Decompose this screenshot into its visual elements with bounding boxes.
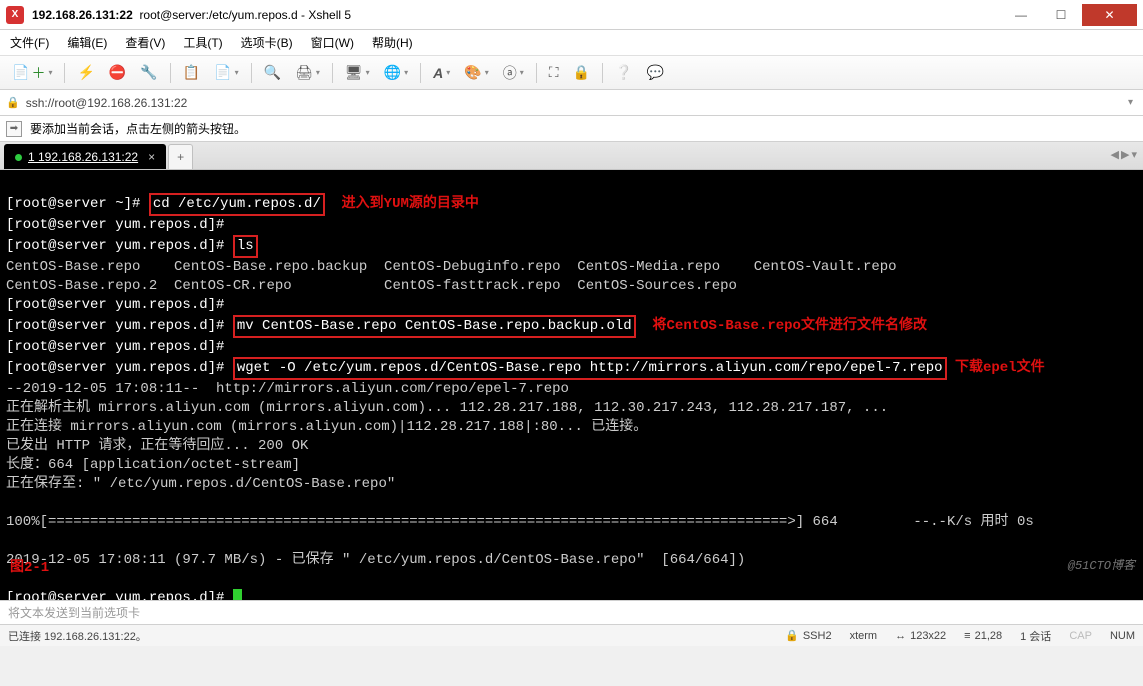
close-button[interactable]: ✕ [1082,4,1137,26]
cursor-icon [233,589,242,600]
font-button[interactable]: A▾ [429,63,454,83]
paste-button[interactable]: 📄▾ [210,62,242,83]
annotation-2: 将CentOS-Base.repo文件进行文件名修改 [653,318,927,334]
add-session-arrow-button[interactable]: ➡ [6,121,22,137]
copy-button[interactable]: 📋 [179,62,204,83]
window-title: 192.168.26.131:22 root@server:/etc/yum.r… [32,8,1002,22]
menu-window[interactable]: 窗口(W) [311,34,354,51]
lock-button[interactable]: 🔒 [569,62,594,83]
lock-icon: 🔒 [6,96,20,109]
print-button[interactable]: 🖨▾ [291,62,324,83]
app-icon: X [6,6,24,24]
figure-caption: 图2-1 [10,559,49,578]
disconnect-button[interactable]: ⛔ [105,62,130,83]
minimize-button[interactable]: — [1002,4,1040,26]
status-caps: CAP [1069,630,1092,642]
tab-close-icon[interactable]: × [148,150,155,164]
hint-bar: ➡ 要添加当前会话，点击左侧的箭头按钮。 [0,116,1143,142]
find-button[interactable]: 🔍 [260,62,285,83]
toolbar: 📄＋▾ ⚡ ⛔ 🔧 📋 📄▾ 🔍 🖨▾ 🖥▾ 🌐▾ A▾ 🎨▾ ⓐ▾ ⛶ 🔒 ❔… [0,56,1143,90]
status-termtype: xterm [850,630,878,642]
watermark: @51CTO博客 [1068,557,1135,576]
status-bar: 已连接 192.168.26.131:22。 🔒 SSH2 xterm ↔ 12… [0,624,1143,646]
annotation-3: 下载epel文件 [955,360,1045,376]
encoding-button[interactable]: ⓐ▾ [499,61,528,85]
status-protocol: 🔒 SSH2 [785,629,831,642]
tab-bar: 1 192.168.26.131:22 × + ◀ ▶ ▾ [0,142,1143,170]
menu-tabs[interactable]: 选项卡(B) [241,34,293,51]
status-connection: 已连接 192.168.26.131:22。 [8,628,147,644]
status-size: ↔ 123x22 [895,630,946,642]
tab-list-icon[interactable]: ▾ [1131,148,1137,161]
address-dropdown-icon[interactable]: ▾ [1128,97,1133,108]
annotation-1: 进入到YUM源的目录中 [342,196,479,212]
address-bar[interactable]: 🔒 ssh://root@192.168.26.131:22 ▾ [0,90,1143,116]
menu-help[interactable]: 帮助(H) [372,34,413,51]
chat-button[interactable]: 💬 [642,62,667,83]
new-session-button[interactable]: 📄＋▾ [8,61,56,85]
help-button[interactable]: ❔ [611,62,636,83]
maximize-button[interactable]: ☐ [1042,4,1080,26]
tab-active[interactable]: 1 192.168.26.131:22 × [4,144,166,169]
properties-button[interactable]: 🔧 [136,62,161,83]
menu-tools[interactable]: 工具(T) [183,34,222,51]
status-pos: ≡ 21,28 [964,630,1002,642]
terminal[interactable]: [root@server ~]# cd /etc/yum.repos.d/ 进入… [0,170,1143,600]
tab-next-icon[interactable]: ▶ [1121,148,1129,161]
reconnect-button[interactable]: ⚡ [73,62,98,83]
hint-text: 要添加当前会话，点击左侧的箭头按钮。 [30,120,246,137]
menu-bar: 文件(F) 编辑(E) 查看(V) 工具(T) 选项卡(B) 窗口(W) 帮助(… [0,30,1143,56]
tab-prev-icon[interactable]: ◀ [1111,148,1119,161]
status-sessions: 1 会话 [1020,628,1051,644]
color-button[interactable]: 🎨▾ [460,62,492,83]
address-url: ssh://root@192.168.26.131:22 [26,96,1137,110]
menu-edit[interactable]: 编辑(E) [67,34,107,51]
tab-new[interactable]: + [168,144,193,169]
connected-dot-icon [15,154,22,161]
send-text-input[interactable]: 将文本发送到当前选项卡 [0,600,1143,624]
sessions-button[interactable]: 🖥▾ [341,62,374,83]
status-num: NUM [1110,630,1135,642]
title-bar: X 192.168.26.131:22 root@server:/etc/yum… [0,0,1143,30]
fullscreen-button[interactable]: ⛶ [545,62,563,83]
menu-file[interactable]: 文件(F) [10,34,49,51]
menu-view[interactable]: 查看(V) [125,34,165,51]
tunneling-button[interactable]: 🌐▾ [380,62,412,83]
